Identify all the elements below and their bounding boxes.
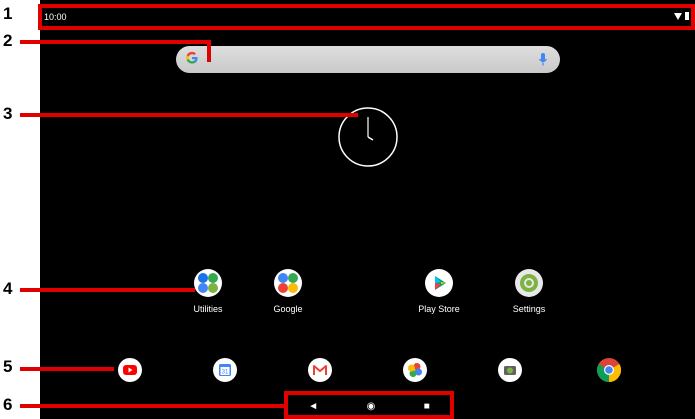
dock-chrome[interactable]	[574, 358, 644, 384]
calendar-day-text: 31	[222, 370, 229, 376]
callout-number: 3	[3, 104, 13, 123]
youtube-icon	[118, 358, 142, 382]
app-label: Settings	[512, 304, 546, 314]
camera-icon	[498, 358, 522, 382]
callout-line-nav	[20, 404, 285, 408]
dock-calendar[interactable]: 31	[190, 358, 260, 384]
recents-button[interactable]: ■	[424, 401, 430, 412]
app-play-store[interactable]: Play Store	[404, 269, 474, 314]
app-label: Google	[273, 304, 303, 314]
callout-number: 2	[3, 31, 13, 50]
home-button[interactable]: ◉	[367, 401, 376, 412]
dock-youtube[interactable]	[95, 358, 165, 384]
app-label: Play Store	[418, 304, 460, 314]
status-icons	[674, 12, 689, 20]
google-logo-icon	[185, 51, 199, 68]
microphone-icon[interactable]	[538, 52, 548, 67]
status-time: 10:00	[44, 12, 67, 22]
app-settings[interactable]: Settings	[494, 269, 564, 314]
callout-number: 6	[3, 395, 13, 414]
dock-photos[interactable]	[380, 358, 450, 384]
wifi-icon	[674, 12, 682, 20]
google-folder-icon	[274, 269, 302, 297]
google-search-bar[interactable]	[176, 46, 560, 73]
callout-line-apps	[20, 288, 195, 292]
dock-gmail[interactable]	[285, 358, 355, 384]
dock-camera[interactable]	[475, 358, 545, 384]
back-button[interactable]: ◄	[308, 401, 318, 412]
app-label: Utilities	[193, 304, 223, 314]
tablet-screen: 10:00 Utilities Google Play Store Settin…	[40, 0, 695, 419]
app-google[interactable]: Google	[253, 269, 323, 314]
callout-line-dock	[20, 367, 114, 371]
callout-number: 1	[3, 4, 13, 23]
navigation-bar: ◄ ◉ ■	[284, 393, 454, 419]
calendar-icon: 31	[213, 358, 237, 382]
chrome-icon	[596, 358, 622, 382]
photos-icon	[403, 358, 427, 382]
callout-number: 5	[3, 357, 13, 376]
callout-number: 4	[3, 279, 13, 298]
callout-line-search	[20, 40, 210, 44]
battery-icon	[685, 12, 689, 20]
play-store-icon	[425, 269, 453, 297]
status-bar[interactable]: 10:00	[40, 0, 695, 32]
gmail-icon	[308, 358, 332, 382]
settings-gear-icon	[515, 269, 543, 297]
callout-line-clock	[20, 113, 358, 117]
callout-line-search-vertical	[207, 40, 211, 62]
utilities-folder-icon	[194, 269, 222, 297]
